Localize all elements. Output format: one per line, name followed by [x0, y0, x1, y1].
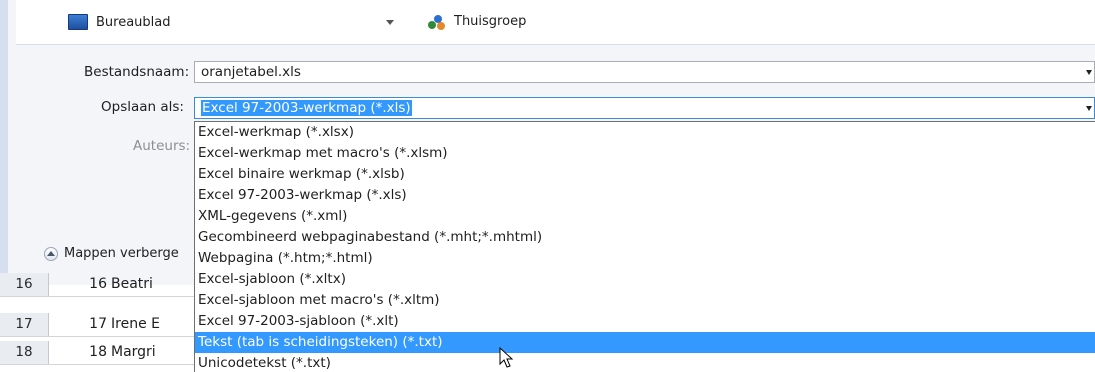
filename-value: oranjetabel.xls — [201, 64, 301, 80]
hide-folders-button[interactable]: Mappen verberge — [44, 246, 179, 261]
desktop-icon — [68, 14, 88, 30]
saveas-value: Excel 97-2003-werkmap (*.xls) — [201, 100, 412, 116]
nav-item-homegroup-label: Thuisgroep — [454, 14, 527, 29]
dropdown-option[interactable]: XML-gegevens (*.xml) — [195, 206, 1095, 227]
table-row[interactable]: 16 16 Beatri — [0, 273, 195, 297]
saveas-label: Opslaan als: — [101, 99, 184, 115]
dropdown-option[interactable]: Tekst (tab is scheidingsteken) (*.txt) — [195, 332, 1095, 353]
spreadsheet-background: 16 16 Beatri 17 17 Irene E 18 18 Margri — [0, 273, 195, 372]
row-header[interactable]: 16 — [0, 273, 49, 296]
dropdown-option[interactable]: Excel 97-2003-werkmap (*.xls) — [195, 185, 1095, 206]
table-cell[interactable]: 17 Irene E — [49, 313, 195, 336]
row-header[interactable]: 18 — [0, 341, 49, 364]
filename-label: Bestandsnaam: — [84, 64, 190, 80]
dropdown-option[interactable]: Excel-werkmap met macro's (*.xlsm) — [195, 143, 1095, 164]
dropdown-option[interactable]: Excel-werkmap (*.xlsx) — [195, 122, 1095, 143]
saveas-select[interactable]: Excel 97-2003-werkmap (*.xls) — [194, 97, 1095, 119]
dropdown-option[interactable]: Excel binaire werkmap (*.xlsb) — [195, 164, 1095, 185]
dropdown-option[interactable]: Gecombineerd webpaginabestand (*.mht;*.m… — [195, 227, 1095, 248]
chevron-down-icon[interactable] — [1086, 106, 1092, 111]
homegroup-icon — [428, 14, 446, 30]
dropdown-option[interactable]: Excel 97-2003-sjabloon (*.xlt) — [195, 311, 1095, 332]
dropdown-option[interactable]: Unicodetekst (*.txt) — [195, 353, 1095, 372]
table-cell[interactable]: 16 Beatri — [49, 273, 195, 296]
hide-folders-label: Mappen verberge — [64, 246, 179, 261]
chevron-down-icon[interactable] — [386, 20, 394, 25]
authors-label: Auteurs: — [133, 138, 191, 154]
file-type-dropdown-list: Excel-werkmap (*.xlsx) Excel-werkmap met… — [194, 121, 1095, 372]
chevron-down-icon[interactable] — [1086, 70, 1092, 75]
collapse-icon — [44, 246, 58, 261]
filename-field[interactable]: oranjetabel.xls — [194, 61, 1095, 83]
dropdown-option[interactable]: Webpagina (*.htm;*.html) — [195, 248, 1095, 269]
mouse-cursor-icon — [499, 347, 514, 368]
dropdown-option[interactable]: Excel-sjabloon met macro's (*.xltm) — [195, 290, 1095, 311]
row-header[interactable]: 17 — [0, 313, 49, 336]
nav-item-desktop[interactable]: Bureaublad — [68, 14, 171, 30]
navigation-bar: Bureaublad Thuisgroep — [16, 0, 1095, 45]
nav-item-homegroup[interactable]: Thuisgroep — [428, 14, 527, 30]
table-cell[interactable]: 18 Margri — [49, 341, 195, 364]
table-row[interactable]: 17 17 Irene E — [0, 313, 195, 337]
table-row[interactable]: 18 18 Margri — [0, 341, 195, 365]
nav-item-desktop-label: Bureaublad — [96, 14, 171, 30]
dropdown-option[interactable]: Excel-sjabloon (*.xltx) — [195, 269, 1095, 290]
